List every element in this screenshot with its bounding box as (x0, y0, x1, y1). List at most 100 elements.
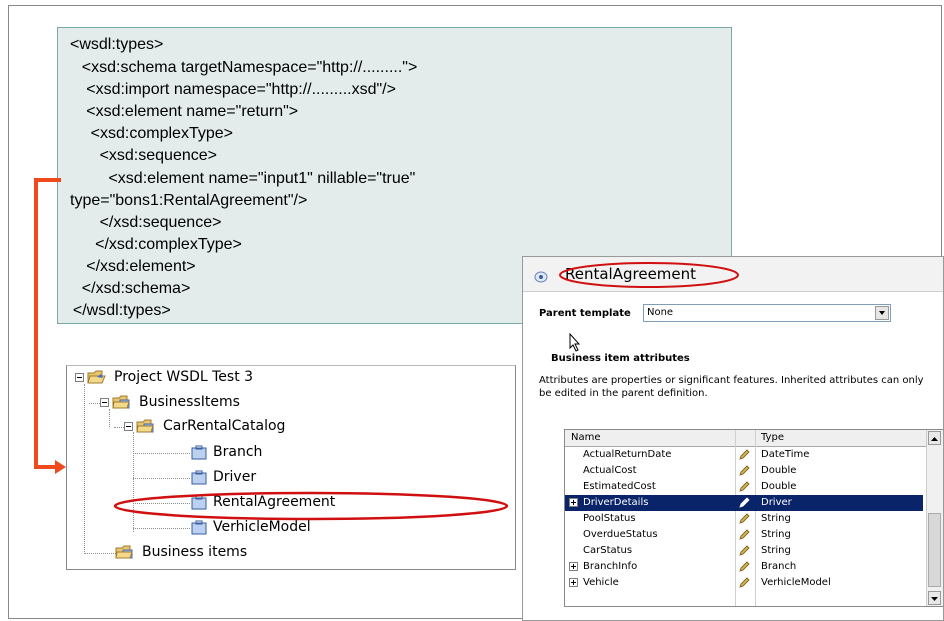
attribute-type[interactable]: String (761, 545, 791, 556)
tree-item-label: Business items (142, 544, 248, 560)
table-row[interactable]: BranchInfo Branch (565, 559, 923, 575)
expand-icon[interactable] (569, 562, 578, 571)
code-line: <xsd:element name="input1" nillable="tru… (64, 170, 416, 187)
code-line: <xsd:schema targetNamespace="http://....… (64, 59, 418, 76)
column-header-type[interactable]: Type (761, 432, 784, 443)
attribute-name: DriverDetails (583, 497, 649, 508)
tree-item-businessitems-folder[interactable]: BusinessItems (100, 394, 240, 410)
attribute-name: PoolStatus (583, 513, 636, 524)
attribute-name: ActualCost (583, 465, 637, 476)
pencil-icon[interactable] (738, 497, 750, 509)
tree-item-label: Branch (213, 444, 263, 460)
scroll-down-button[interactable] (928, 591, 941, 605)
table-row[interactable]: ActualCost Double (565, 463, 923, 479)
attribute-name: OverdueStatus (583, 529, 658, 540)
code-line: <xsd:element name="return"> (64, 103, 299, 120)
tree-item-project[interactable]: Project WSDL Test 3 (75, 369, 253, 385)
title-highlight-ellipse (559, 262, 739, 288)
expand-icon[interactable] (569, 578, 578, 587)
code-line: </wsdl:types> (64, 302, 171, 319)
table-row[interactable]: CarStatus String (565, 543, 923, 559)
table-row[interactable]: EstimatedCost Double (565, 479, 923, 495)
attributes-table: Name Type ActualReturnDate DateTime Actual… (564, 429, 943, 607)
attribute-type[interactable]: Branch (761, 561, 796, 572)
collapse-icon[interactable] (124, 421, 133, 431)
pencil-icon[interactable] (738, 577, 750, 589)
attribute-type[interactable]: DateTime (761, 449, 809, 460)
table-row[interactable]: Vehicle VerhicleModel (565, 575, 923, 591)
tree-item-label: BusinessItems (139, 394, 240, 410)
section-title: Business item attributes (551, 353, 690, 364)
parent-template-select[interactable]: None (643, 304, 891, 322)
code-line: </xsd:element> (64, 258, 196, 275)
mouse-cursor-icon (569, 333, 581, 352)
section-description-line: be edited in the parent definition. (539, 388, 708, 399)
table-row[interactable]: OverdueStatus String (565, 527, 923, 543)
arrow-segment (34, 178, 38, 469)
table-row[interactable]: ActualReturnDate DateTime (565, 447, 923, 463)
scroll-thumb[interactable] (928, 513, 941, 587)
business-item-icon (191, 445, 207, 459)
collapse-icon[interactable] (75, 372, 84, 382)
parent-template-label: Parent template (539, 308, 631, 319)
attribute-type[interactable]: VerhicleModel (761, 577, 831, 588)
pencil-icon[interactable] (738, 481, 750, 493)
tree-item-branch[interactable]: Branch (189, 444, 262, 460)
tree-item-label: Driver (213, 469, 257, 485)
table-header: Name Type (565, 430, 943, 447)
tree-item-business-items[interactable]: Business items (115, 544, 247, 560)
attribute-name: CarStatus (583, 545, 633, 556)
pencil-icon[interactable] (738, 465, 750, 477)
tree-item-label: Project WSDL Test 3 (114, 369, 254, 385)
tree-item-driver[interactable]: Driver (189, 469, 256, 485)
parent-template-value: None (647, 307, 674, 318)
collapse-icon[interactable] (100, 397, 109, 407)
code-line: type="bons1:RentalAgreement"/> (70, 192, 308, 209)
business-item-editor: RentalAgreement Parent template None Bus… (522, 256, 944, 621)
folder-icon (112, 395, 130, 409)
code-line: <xsd:sequence> (64, 147, 217, 164)
table-row[interactable]: DriverDetails Driver (565, 495, 923, 511)
arrow-up-icon (931, 437, 938, 441)
pencil-icon[interactable] (738, 449, 750, 461)
business-item-icon (191, 470, 207, 484)
attribute-name: ActualReturnDate (583, 449, 672, 460)
code-line: <xsd:import namespace="http://.........x… (64, 81, 396, 98)
expand-icon[interactable] (569, 498, 578, 507)
arrow-segment (34, 465, 56, 469)
attribute-name: EstimatedCost (583, 481, 656, 492)
attribute-type[interactable]: Double (761, 481, 796, 492)
project-folder-icon (87, 370, 106, 384)
highlight-ellipse (113, 491, 509, 521)
business-item-editor-icon (534, 271, 548, 283)
pencil-icon[interactable] (738, 561, 750, 573)
scroll-up-button[interactable] (928, 431, 941, 445)
code-line: <xsd:complexType> (64, 125, 233, 142)
arrow-head (55, 460, 66, 474)
table-row[interactable]: PoolStatus String (565, 511, 923, 527)
pencil-icon[interactable] (738, 545, 750, 557)
tree-item-label: CarRentalCatalog (163, 418, 286, 434)
project-tree: Project WSDL Test 3 BusinessItems CarRen… (66, 365, 516, 570)
chevron-down-icon[interactable] (875, 306, 889, 320)
code-line: </xsd:schema> (64, 280, 191, 297)
section-description-line: Attributes are properties or significant… (539, 375, 924, 386)
folder-icon (136, 419, 154, 433)
attribute-type[interactable]: Driver (761, 497, 792, 508)
attribute-type[interactable]: Double (761, 465, 796, 476)
column-header-name[interactable]: Name (571, 432, 601, 443)
attribute-type[interactable]: String (761, 529, 791, 540)
pencil-icon[interactable] (738, 529, 750, 541)
attribute-name: Vehicle (583, 577, 619, 588)
code-line: <wsdl:types> (70, 36, 164, 53)
vertical-scrollbar[interactable] (926, 430, 943, 606)
folder-icon (115, 545, 133, 559)
code-line: </xsd:complexType> (64, 236, 242, 253)
attribute-type[interactable]: String (761, 513, 791, 524)
attribute-name: BranchInfo (583, 561, 638, 572)
pencil-icon[interactable] (738, 513, 750, 525)
editor-header: RentalAgreement (523, 257, 943, 292)
arrow-segment (34, 178, 61, 182)
tree-item-catalog[interactable]: CarRentalCatalog (124, 418, 285, 434)
code-line: </xsd:sequence> (64, 214, 222, 231)
